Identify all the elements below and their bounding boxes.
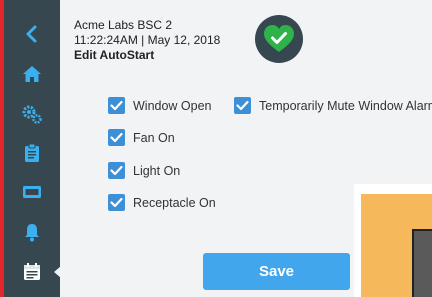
home-icon (23, 66, 41, 82)
option-mute-window-alarm[interactable]: Temporarily Mute Window Alarm (234, 97, 432, 114)
checkmark-icon (110, 100, 123, 111)
option-light-on[interactable]: Light On (108, 162, 180, 179)
checkmark-icon (236, 100, 249, 111)
display-icon (23, 186, 41, 198)
bell-icon (25, 224, 39, 242)
nav-alarms[interactable] (4, 215, 60, 249)
header: Acme Labs BSC 2 11:22:24AM | May 12, 201… (74, 18, 220, 63)
receptacle-on-checkbox[interactable] (108, 194, 125, 211)
settings-gears-icon (22, 105, 42, 124)
fan-on-checkbox[interactable] (108, 129, 125, 146)
nav-schedule[interactable] (4, 255, 60, 289)
app-window: Acme Labs BSC 2 11:22:24AM | May 12, 201… (4, 0, 432, 297)
window-open-label: Window Open (133, 98, 212, 113)
nav-home[interactable] (4, 57, 60, 91)
timestamp: 11:22:24AM | May 12, 2018 (74, 33, 221, 47)
option-window-open[interactable]: Window Open (108, 97, 212, 114)
checkmark-icon (110, 165, 123, 176)
preview-device-graphic (412, 229, 432, 297)
page-title: Edit AutoStart (74, 48, 155, 62)
active-indicator (54, 266, 61, 278)
option-fan-on[interactable]: Fan On (108, 129, 175, 146)
window-open-checkbox[interactable] (108, 97, 125, 114)
status-indicator[interactable] (255, 15, 303, 63)
device-name: Acme Labs BSC 2 (74, 18, 173, 32)
nav-settings[interactable] (4, 97, 60, 131)
checkmark-icon (110, 132, 123, 143)
heart-check-icon (264, 25, 294, 52)
sidebar (4, 0, 61, 297)
option-receptacle-on[interactable]: Receptacle On (108, 194, 216, 211)
light-on-label: Light On (133, 163, 181, 178)
save-button[interactable]: Save (203, 253, 350, 290)
chevron-left-icon (26, 25, 37, 43)
light-on-checkbox[interactable] (108, 162, 125, 179)
nav-clipboard[interactable] (4, 136, 60, 170)
checkmark-icon (110, 197, 123, 208)
receptacle-on-label: Receptacle On (133, 195, 216, 210)
mute-window-alarm-checkbox[interactable] (234, 97, 251, 114)
clipboard-icon (25, 143, 39, 162)
calendar-icon (24, 263, 40, 280)
back-button[interactable] (4, 17, 60, 51)
fan-on-label: Fan On (133, 130, 175, 145)
nav-display[interactable] (4, 175, 60, 209)
mute-window-alarm-label: Temporarily Mute Window Alarm (259, 98, 432, 113)
